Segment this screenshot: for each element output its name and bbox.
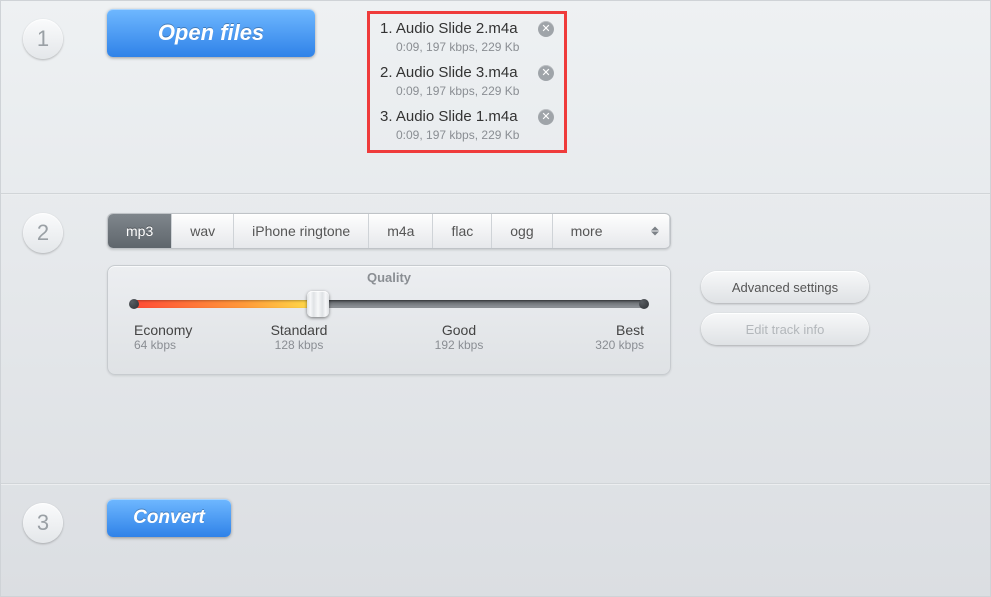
- file-item: 1. Audio Slide 2.m4a ✕ 0:09, 197 kbps, 2…: [380, 20, 554, 54]
- mark-label: Best: [554, 322, 644, 338]
- quality-slider-knob[interactable]: [307, 291, 329, 317]
- mark-sub: 192 kbps: [414, 338, 504, 352]
- file-index: 3.: [380, 108, 393, 125]
- tab-flac[interactable]: flac: [433, 214, 492, 248]
- slider-tick-best: [639, 299, 649, 309]
- quality-slider-track[interactable]: [134, 300, 644, 308]
- file-meta: 0:09, 197 kbps, 229 Kb: [396, 128, 554, 142]
- quality-marks: Economy 64 kbps Standard 128 kbps Good 1…: [134, 322, 644, 352]
- file-name: Audio Slide 2.m4a: [396, 20, 518, 37]
- file-item: 2. Audio Slide 3.m4a ✕ 0:09, 197 kbps, 2…: [380, 64, 554, 98]
- mark-label: Good: [414, 322, 504, 338]
- mark-label: Economy: [134, 322, 224, 338]
- file-index: 2.: [380, 64, 393, 81]
- step-number-1: 1: [23, 19, 63, 59]
- file-item: 3. Audio Slide 1.m4a ✕ 0:09, 197 kbps, 2…: [380, 108, 554, 142]
- tab-iphone-ringtone[interactable]: iPhone ringtone: [234, 214, 369, 248]
- tab-more-label: more: [571, 223, 603, 239]
- file-meta: 0:09, 197 kbps, 229 Kb: [396, 40, 554, 54]
- quality-mark-standard: Standard 128 kbps: [254, 322, 344, 352]
- advanced-settings-button[interactable]: Advanced settings: [701, 271, 869, 303]
- mark-label: Standard: [254, 322, 344, 338]
- quality-panel: Quality Economy 64 kbps Standard 128 kbp…: [107, 265, 671, 375]
- remove-file-icon[interactable]: ✕: [538, 21, 554, 37]
- remove-file-icon[interactable]: ✕: [538, 65, 554, 81]
- file-meta: 0:09, 197 kbps, 229 Kb: [396, 84, 554, 98]
- quality-mark-economy: Economy 64 kbps: [134, 322, 224, 352]
- open-files-button[interactable]: Open files: [107, 9, 315, 57]
- format-tabs: mp3 wav iPhone ringtone m4a flac ogg mor…: [107, 213, 671, 249]
- mark-sub: 128 kbps: [254, 338, 344, 352]
- quality-mark-good: Good 192 kbps: [414, 322, 504, 352]
- file-name-label: 1. Audio Slide 2.m4a: [380, 20, 518, 37]
- mark-sub: 320 kbps: [554, 338, 644, 352]
- step-2-panel: 2 mp3 wav iPhone ringtone m4a flac ogg m…: [1, 195, 990, 483]
- step-3-panel: 3 Convert: [1, 485, 990, 595]
- step-1-panel: 1 Open files 1. Audio Slide 2.m4a ✕ 0:09…: [1, 1, 990, 193]
- edit-track-info-button: Edit track info: [701, 313, 869, 345]
- file-name-label: 3. Audio Slide 1.m4a: [380, 108, 518, 125]
- file-name: Audio Slide 1.m4a: [396, 108, 518, 125]
- file-name: Audio Slide 3.m4a: [396, 64, 518, 81]
- remove-file-icon[interactable]: ✕: [538, 109, 554, 125]
- file-index: 1.: [380, 20, 393, 37]
- updown-arrows-icon: [651, 227, 659, 236]
- step-number-3: 3: [23, 503, 63, 543]
- tab-ogg[interactable]: ogg: [492, 214, 552, 248]
- tab-m4a[interactable]: m4a: [369, 214, 433, 248]
- mark-sub: 64 kbps: [134, 338, 224, 352]
- quality-title: Quality: [367, 270, 411, 285]
- quality-mark-best: Best 320 kbps: [554, 322, 644, 352]
- step-number-2: 2: [23, 213, 63, 253]
- slider-tick-economy: [129, 299, 139, 309]
- tab-wav[interactable]: wav: [172, 214, 234, 248]
- tab-more[interactable]: more: [553, 214, 670, 248]
- quality-slider-fill: [134, 300, 318, 308]
- convert-button[interactable]: Convert: [107, 499, 231, 537]
- tab-mp3[interactable]: mp3: [108, 214, 172, 248]
- file-name-label: 2. Audio Slide 3.m4a: [380, 64, 518, 81]
- file-list-highlight: 1. Audio Slide 2.m4a ✕ 0:09, 197 kbps, 2…: [367, 11, 567, 153]
